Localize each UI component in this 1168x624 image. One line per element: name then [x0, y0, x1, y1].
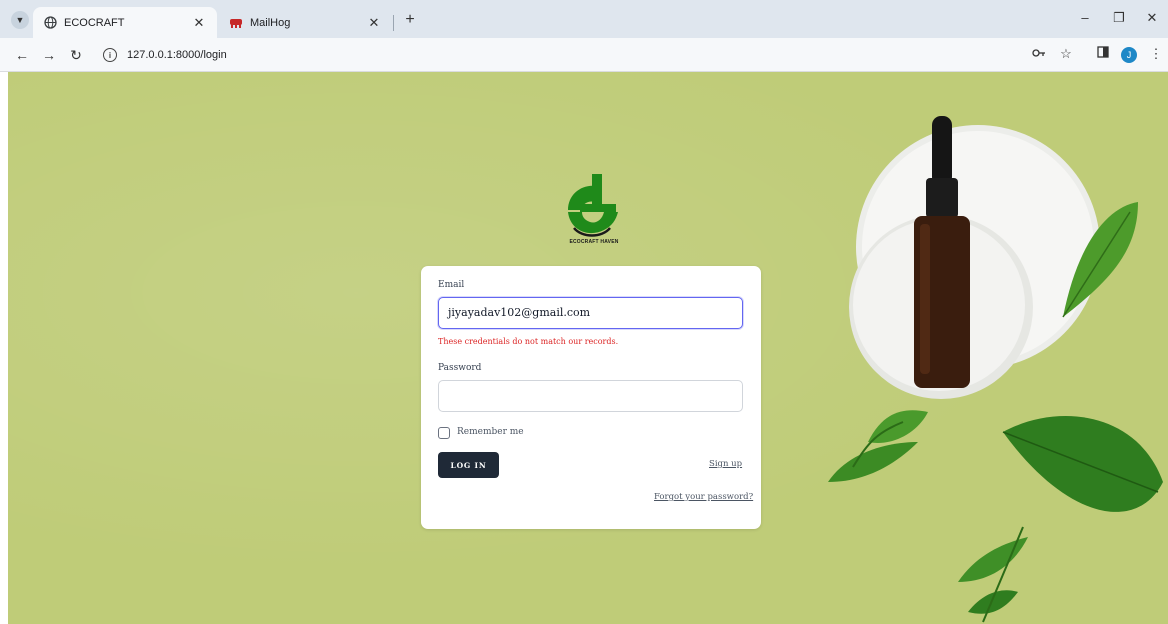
- email-field[interactable]: jiyayadav102@gmail.com: [438, 297, 743, 329]
- tab-strip: ▼ ECOCRAFT ✕ MailHog ✕ + – ❐ ✕: [0, 0, 1168, 38]
- page-viewport: ECOCRAFT HAVEN Email jiyayadav102@gmail.…: [8, 72, 1168, 624]
- tab-title: ECOCRAFT: [64, 16, 125, 29]
- bookmark-star-icon[interactable]: ☆: [1057, 46, 1075, 62]
- restore-icon[interactable]: ❐: [1110, 10, 1128, 26]
- address-bar: ← → ↻ i 127.0.0.1:8000/login ☆ J ⋮: [0, 38, 1168, 72]
- tab-ecocraft[interactable]: ECOCRAFT ✕: [33, 7, 217, 38]
- tab-separator: [393, 15, 394, 31]
- minimize-icon[interactable]: –: [1076, 10, 1094, 25]
- url-text: 127.0.0.1:8000/login: [127, 49, 227, 61]
- url-input[interactable]: i 127.0.0.1:8000/login: [97, 43, 1087, 67]
- reload-icon[interactable]: ↻: [68, 47, 84, 64]
- signup-link[interactable]: Sign up: [709, 459, 742, 469]
- tab-search-chevron-icon[interactable]: ▼: [11, 11, 29, 29]
- remember-checkbox[interactable]: [438, 427, 450, 439]
- brand-name: ECOCRAFT HAVEN: [569, 239, 619, 245]
- login-card: Email jiyayadav102@gmail.com These crede…: [421, 266, 761, 529]
- login-button[interactable]: LOG IN: [438, 452, 499, 478]
- password-field[interactable]: [438, 380, 743, 412]
- forward-arrow-icon[interactable]: →: [41, 47, 57, 63]
- tab-close-icon[interactable]: ✕: [191, 15, 207, 31]
- decorative-bottle-illustration: [828, 116, 1163, 623]
- tab-close-icon[interactable]: ✕: [366, 15, 382, 31]
- password-label: Password: [438, 363, 482, 373]
- password-key-icon[interactable]: [1030, 46, 1048, 61]
- tab-title: MailHog: [250, 16, 291, 29]
- email-label: Email: [438, 280, 465, 290]
- error-message: These credentials do not match our recor…: [438, 337, 619, 346]
- site-info-icon[interactable]: i: [103, 48, 117, 62]
- back-arrow-icon[interactable]: ←: [14, 47, 30, 63]
- globe-icon: [43, 16, 57, 30]
- window-close-icon[interactable]: ✕: [1143, 10, 1161, 26]
- new-tab-plus-icon[interactable]: +: [402, 11, 418, 29]
- side-panel-icon[interactable]: [1094, 46, 1112, 61]
- menu-kebab-icon[interactable]: ⋮: [1147, 46, 1165, 62]
- tab-mailhog[interactable]: MailHog ✕: [219, 7, 392, 38]
- forgot-password-link[interactable]: Forgot your password?: [654, 492, 753, 502]
- remember-label[interactable]: Remember me: [457, 427, 524, 437]
- mailhog-pig-icon: [229, 16, 243, 30]
- profile-avatar[interactable]: J: [1121, 47, 1137, 63]
